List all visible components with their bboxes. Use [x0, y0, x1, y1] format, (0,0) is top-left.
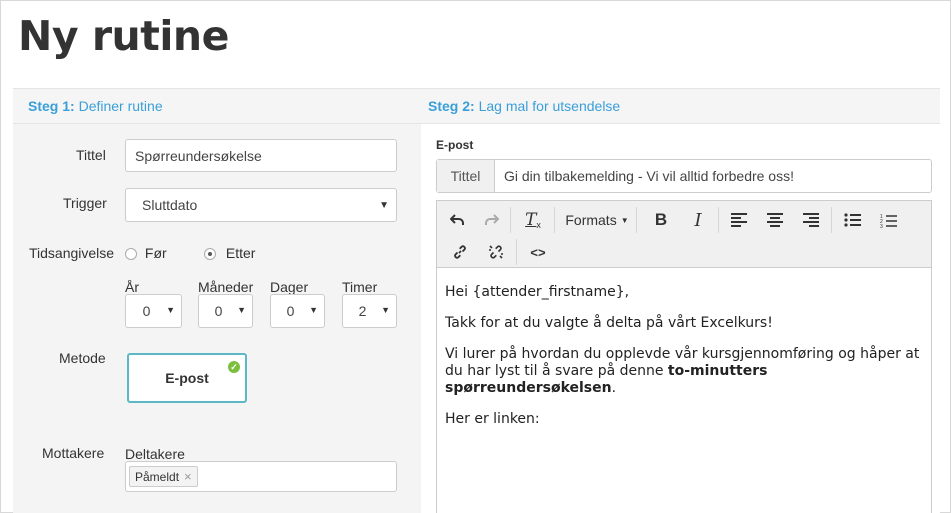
email-section-label: E-post: [436, 138, 474, 152]
caret-down-icon: ▼: [237, 305, 246, 315]
steps-bar: Steg 1: Definer rutine Steg 2: Lag mal f…: [13, 88, 940, 124]
days-select[interactable]: 0 ▼: [270, 294, 325, 328]
title-input[interactable]: Spørreundersøkelse: [125, 139, 397, 172]
bullet-list-icon[interactable]: [837, 206, 867, 234]
toolbar-separator: [831, 207, 832, 233]
unit-label-hours: Timer: [342, 279, 378, 295]
email-subject-addon: Tittel: [437, 160, 495, 192]
trigger-label: Trigger: [63, 195, 107, 211]
hours-select-value: 2: [358, 303, 367, 319]
link-icon[interactable]: [445, 238, 475, 266]
recipients-tag-input[interactable]: Påmeldt ×: [125, 461, 397, 492]
editor-content[interactable]: Hei {attender_firstname}, Takk for at du…: [445, 284, 925, 442]
years-select[interactable]: 0 ▼: [125, 294, 182, 328]
months-select[interactable]: 0 ▼: [198, 294, 253, 328]
months-select-value: 0: [214, 303, 223, 319]
check-icon: ✓: [228, 361, 240, 373]
formats-dropdown-label: Formats: [565, 212, 617, 228]
unit-label-months: Måneder: [198, 279, 254, 295]
unlink-icon[interactable]: [481, 238, 511, 266]
align-left-icon[interactable]: [724, 206, 754, 234]
radio-before[interactable]: [125, 248, 137, 261]
email-line-3: Her er linken:: [445, 411, 540, 427]
method-label: Metode: [59, 350, 106, 366]
numbered-list-icon[interactable]: 123: [873, 206, 903, 234]
timing-label: Tidsangivelse: [29, 245, 115, 261]
title-input-value: Spørreundersøkelse: [135, 147, 262, 164]
redo-icon[interactable]: [476, 206, 506, 234]
page-title: Ny rutine: [18, 12, 229, 60]
email-line-2-end: .: [611, 380, 617, 396]
editor-toolbar: Tx Formats ▼ B I 1 2 3 <>: [437, 201, 931, 268]
unit-label-days: Dager: [270, 279, 309, 295]
define-routine-panel: Tittel Spørreundersøkelse Trigger Sluttd…: [13, 124, 421, 513]
caret-down-icon: ▼: [166, 305, 175, 315]
recipient-tag: Påmeldt ×: [129, 466, 198, 487]
email-line-1: Takk for at du valgte å delta på vårt Ex…: [445, 315, 773, 331]
caret-down-icon: ▼: [379, 199, 389, 211]
recipients-label: Mottakere: [42, 445, 105, 461]
title-label: Tittel: [76, 147, 106, 163]
step-2-label: Lag mal for utsendelse: [478, 98, 621, 114]
timing-option-before[interactable]: Før: [125, 245, 167, 261]
remove-tag-icon[interactable]: ×: [184, 469, 192, 484]
caret-down-icon: ▼: [620, 215, 629, 225]
trigger-select-value: Sluttdato: [142, 197, 198, 213]
source-code-icon[interactable]: <>: [523, 238, 553, 266]
radio-after[interactable]: [204, 248, 216, 261]
toolbar-separator: [636, 207, 637, 233]
unit-label-years: År: [125, 279, 139, 295]
timing-option-after-label: Etter: [225, 245, 256, 261]
email-greeting: Hei {attender_firstname},: [445, 284, 630, 300]
toolbar-separator: [516, 239, 517, 265]
days-select-value: 0: [286, 303, 295, 319]
align-center-icon[interactable]: [760, 206, 790, 234]
caret-down-icon: ▼: [381, 305, 390, 315]
method-email-label: E-post: [165, 370, 209, 386]
template-panel: E-post Tittel Gi din tilbakemelding - Vi…: [421, 124, 940, 513]
caret-down-icon: ▼: [309, 305, 318, 315]
email-line-2: Vi lurer på hvordan du opplevde vår kurs…: [445, 346, 925, 397]
method-email-card[interactable]: E-post ✓: [127, 353, 247, 403]
italic-icon[interactable]: I: [683, 206, 713, 234]
recipient-tag-label: Påmeldt: [135, 469, 180, 484]
toolbar-separator: [554, 207, 555, 233]
hours-select[interactable]: 2 ▼: [342, 294, 397, 328]
step-1-label: Definer rutine: [78, 98, 163, 114]
step-2-header: Steg 2: Lag mal for utsendelse: [428, 98, 620, 114]
step-1-number: Steg 1:: [28, 98, 75, 114]
align-right-icon[interactable]: [796, 206, 826, 234]
clear-formatting-icon[interactable]: Tx: [518, 206, 548, 234]
rich-text-editor: Tx Formats ▼ B I 1 2 3 <> Hei {attender_…: [436, 200, 932, 513]
timing-option-before-label: Før: [144, 245, 167, 261]
toolbar-separator: [510, 207, 511, 233]
recipients-sublabel: Deltakere: [125, 446, 185, 462]
toolbar-separator: [718, 207, 719, 233]
step-2-number: Steg 2:: [428, 98, 475, 114]
formats-dropdown[interactable]: Formats ▼: [561, 206, 633, 234]
years-select-value: 0: [142, 303, 151, 319]
trigger-select[interactable]: Sluttdato ▼: [125, 188, 397, 222]
email-subject-group: Tittel Gi din tilbakemelding - Vi vil al…: [436, 159, 932, 193]
bold-icon[interactable]: B: [646, 206, 676, 234]
undo-icon[interactable]: [442, 206, 472, 234]
step-1-header: Steg 1: Definer rutine: [28, 98, 163, 114]
email-subject-input[interactable]: Gi din tilbakemelding - Vi vil alltid fo…: [495, 160, 794, 192]
timing-option-after[interactable]: Etter: [204, 245, 255, 261]
svg-text:3: 3: [880, 224, 883, 228]
